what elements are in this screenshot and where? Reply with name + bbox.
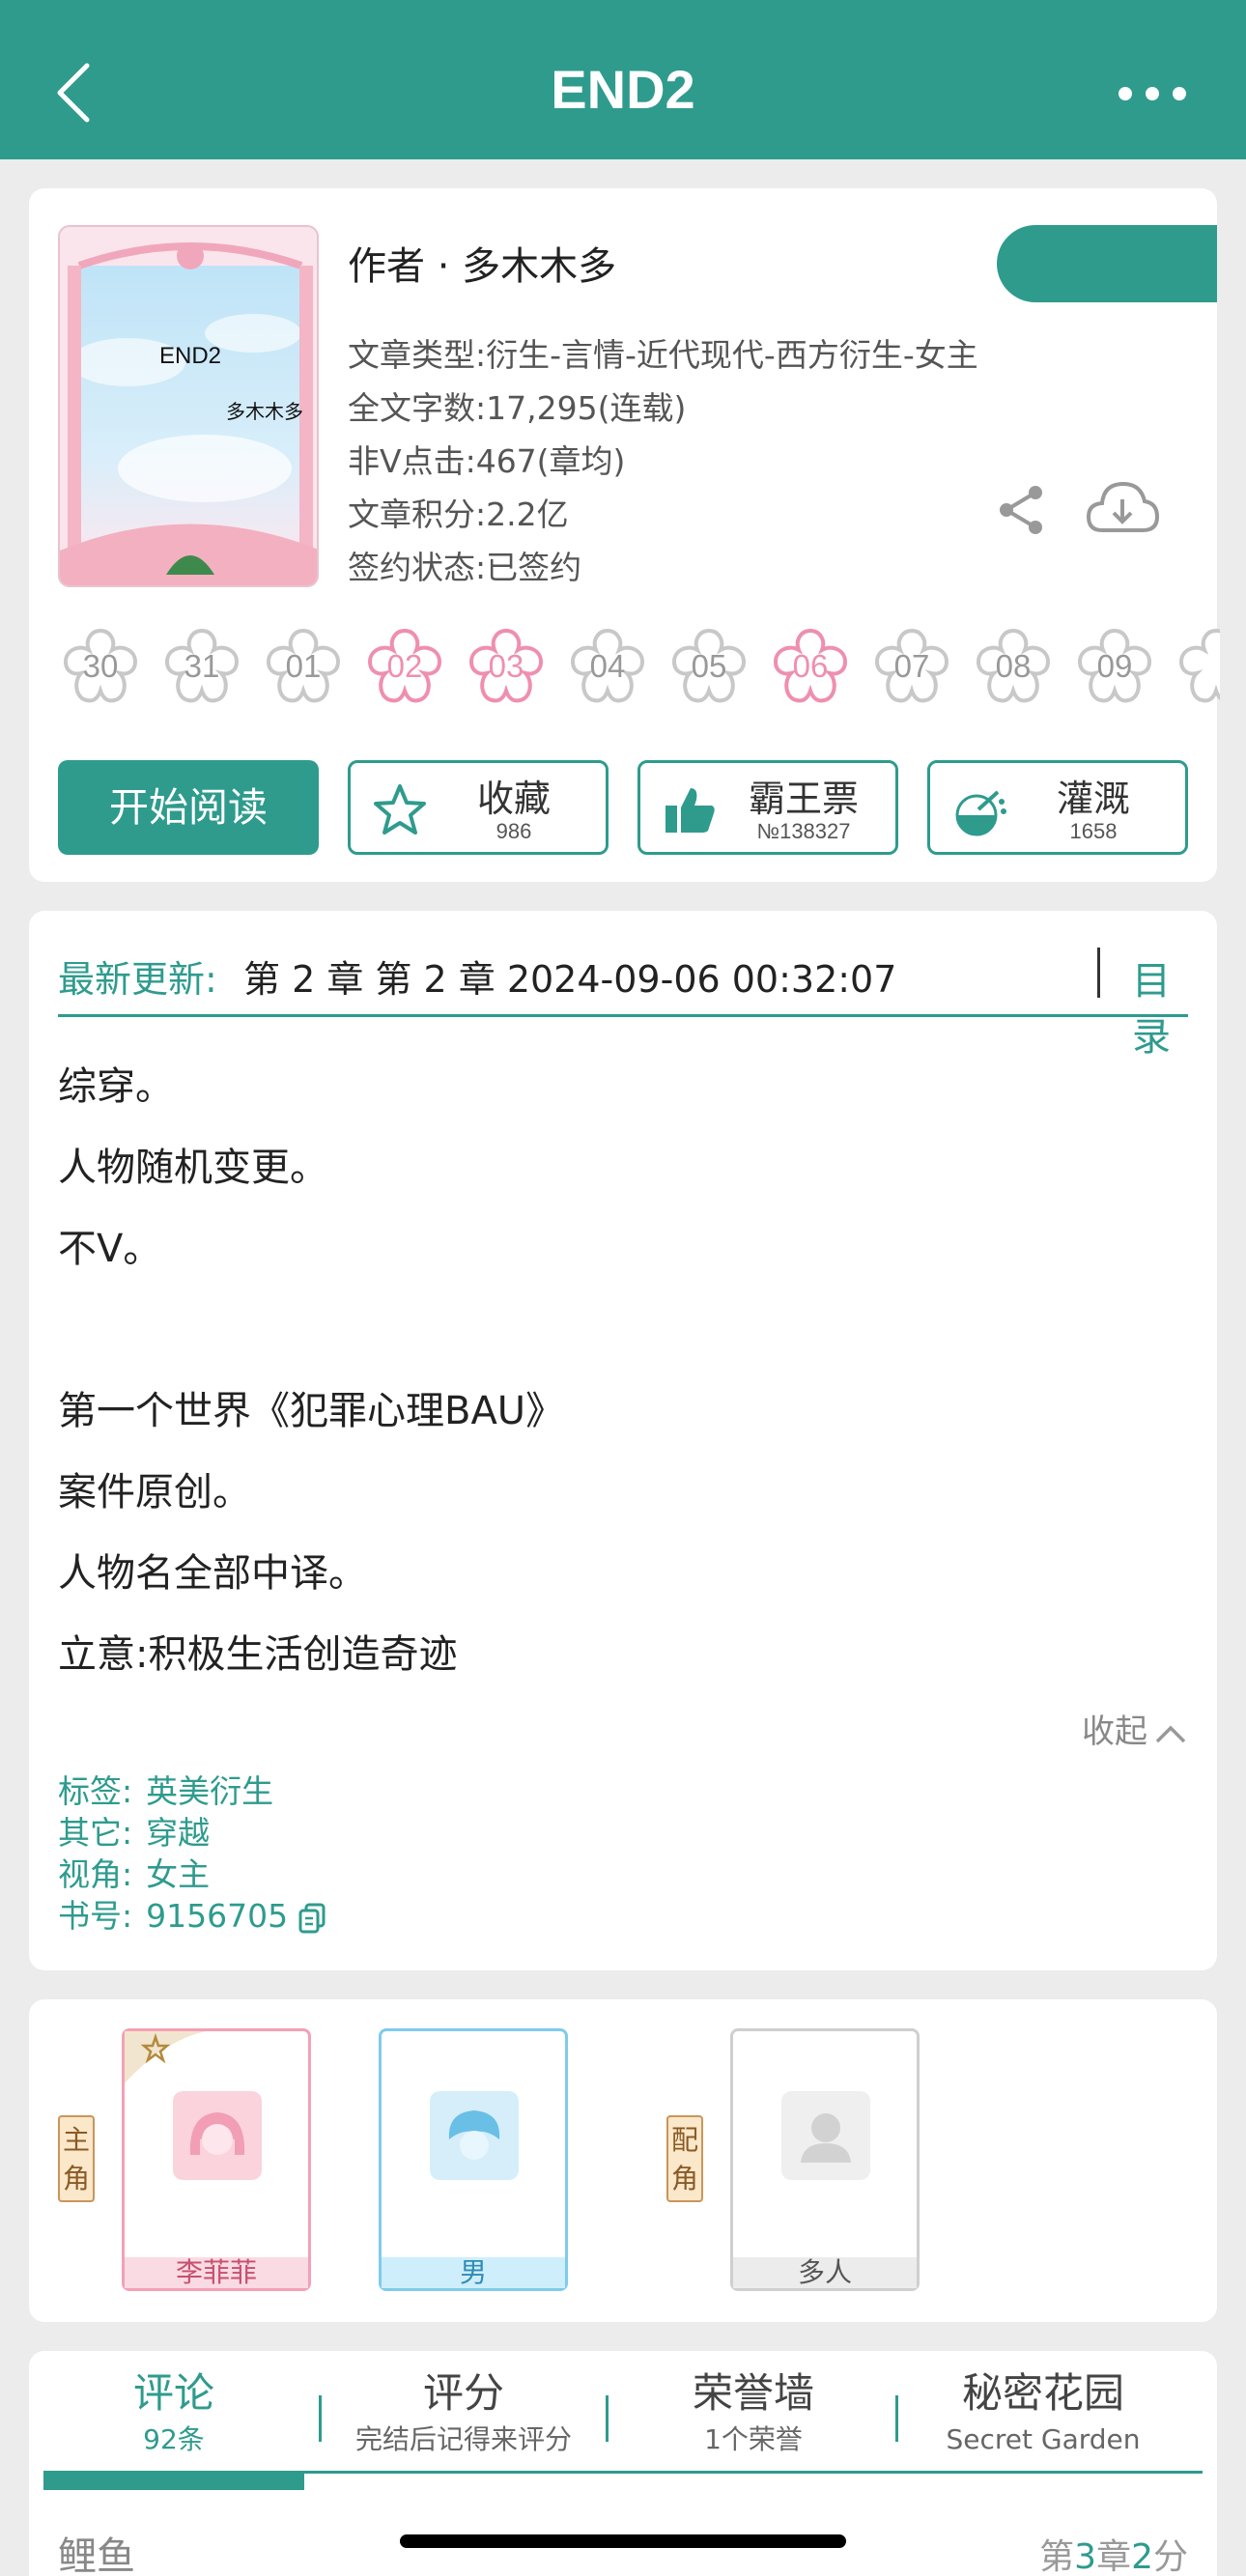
comment-author[interactable]: 鲤鱼: [58, 2525, 135, 2576]
table-of-contents-link[interactable]: 目录: [1132, 949, 1188, 1062]
female-avatar-icon: [173, 2091, 262, 2180]
tab-honor-wall[interactable]: 荣誉墙 1个荣誉: [613, 2366, 893, 2459]
latest-chapter-text[interactable]: 第 2 章 第 2 章 2024-09-06 00:32:07: [243, 949, 896, 1003]
calendar-day: 07: [867, 623, 956, 712]
comment-chapter-score: 第3章2分: [1039, 2537, 1188, 2576]
follow-author-pill[interactable]: [997, 225, 1217, 302]
star-badge-icon: [125, 2031, 206, 2083]
description-line: 综穿。: [58, 1064, 174, 1109]
book-info-card: END2 多木木多 作者 · 多木木多 文章类型:衍生-言情-近代现代-西方衍生…: [29, 188, 1220, 882]
click-count: 非Ⅴ点击:467(章均): [348, 442, 626, 480]
character-name: 多人: [733, 2257, 917, 2288]
collapse-button[interactable]: 收起: [1082, 1705, 1188, 1752]
main-role-tag: 主角: [58, 2115, 95, 2202]
description-line: 立意:积极生活创造奇迹: [58, 1632, 458, 1677]
male-avatar-icon: [430, 2091, 519, 2180]
copy-icon[interactable]: [297, 1903, 326, 1934]
description-line: 人物名全部中译。: [58, 1551, 367, 1596]
cover-title: END2: [158, 343, 222, 369]
tab-rating[interactable]: 评分 完结后记得来评分: [324, 2366, 604, 2459]
page-title: END2: [551, 59, 695, 120]
character-card[interactable]: 李菲菲: [122, 2028, 311, 2291]
author-name[interactable]: 作者 · 多木木多: [348, 235, 616, 291]
calendar-day: 04: [563, 623, 652, 712]
calendar-day-active: 06: [766, 623, 855, 712]
character-name: 李菲菲: [125, 2257, 308, 2288]
calendar-day: 31: [157, 623, 246, 712]
book-cover[interactable]: END2 多木木多: [58, 225, 319, 587]
calendar-day: 05: [665, 623, 753, 712]
start-reading-button[interactable]: 开始阅读: [58, 760, 319, 855]
group-avatar-icon: [781, 2091, 870, 2180]
chevron-up-icon: [1155, 1725, 1186, 1742]
calendar-day: 08: [969, 623, 1058, 712]
description-line: 第一个世界《犯罪心理BAU》: [58, 1389, 565, 1433]
calendar-day: 30: [56, 623, 145, 712]
tag-list: 标签: 英美衍生 其它: 穿越 视角: 女主 书号: 9156705: [58, 1770, 326, 1937]
character-card[interactable]: 多人: [730, 2028, 920, 2291]
calendar-day: [1172, 623, 1220, 712]
book-meta: 文章类型:衍生-言情-近代现代-西方衍生-女主 全文字数:17,295(连载) …: [348, 328, 978, 594]
tab-separator: [606, 2395, 609, 2442]
book-description: 综穿。 人物随机变更。 不Ⅴ。 第一个世界《犯罪心理BAU》 案件原创。 人物名…: [58, 1046, 1188, 1695]
more-options-icon[interactable]: [1109, 79, 1196, 108]
favorite-button[interactable]: 收藏 986: [348, 760, 609, 855]
sign-status: 签约状态:已签约: [348, 549, 582, 586]
calendar-day: 09: [1070, 623, 1159, 712]
share-icon[interactable]: [995, 483, 1049, 537]
tab-separator: [895, 2395, 898, 2442]
active-tab-indicator: [43, 2471, 304, 2490]
calendar-day: 01: [259, 623, 348, 712]
book-id-row[interactable]: 书号: 9156705: [58, 1895, 326, 1937]
calendar-day-active: 02: [360, 623, 449, 712]
vote-button[interactable]: 霸王票 №138327: [637, 760, 898, 855]
book-type: 文章类型:衍生-言情-近代现代-西方衍生-女主: [348, 336, 978, 374]
tab-comments[interactable]: 评论 92条: [34, 2366, 314, 2459]
character-card[interactable]: 男: [379, 2028, 568, 2291]
description-line: 不Ⅴ。: [58, 1227, 162, 1271]
word-count: 全文字数:17,295(连载): [348, 389, 687, 427]
calendar-day-active: 03: [462, 623, 551, 712]
nav-bar: END2: [0, 0, 1246, 159]
thumbs-up-icon: [665, 788, 715, 833]
download-cloud-icon[interactable]: [1085, 478, 1160, 538]
character-name: 男: [382, 2257, 565, 2288]
description-line: [58, 1289, 1188, 1371]
tag-row[interactable]: 视角: 女主: [58, 1854, 326, 1895]
description-line: 案件原创。: [58, 1470, 251, 1514]
side-role-tag: 配角: [666, 2115, 703, 2202]
tab-secret-garden[interactable]: 秘密花园 Secret Garden: [903, 2366, 1183, 2459]
latest-update-label: 最新更新:: [58, 958, 217, 1001]
cover-author: 多木木多: [226, 400, 303, 423]
latest-update-row[interactable]: 最新更新: 第 2 章 第 2 章 2024-09-06 00:32:07 目录: [58, 940, 1188, 1060]
star-icon: [374, 784, 426, 835]
tag-row[interactable]: 其它: 穿越: [58, 1812, 326, 1854]
intro-card: 最新更新: 第 2 章 第 2 章 2024-09-06 00:32:07 目录…: [29, 911, 1217, 1970]
book-score: 文章积分:2.2亿: [348, 495, 569, 533]
water-button[interactable]: 灌溉 1658: [927, 760, 1188, 855]
watering-icon: [955, 790, 1006, 836]
tag-row[interactable]: 标签: 英美衍生: [58, 1770, 326, 1812]
update-calendar: 30 31 01 02 03 04 05 06 07 08 09: [56, 623, 1220, 720]
tab-separator: [319, 2395, 322, 2442]
characters-card: 主角 李菲菲 男 配角 多人: [29, 1999, 1217, 2322]
home-indicator: [400, 2534, 846, 2548]
divider: [1097, 948, 1100, 998]
description-line: 人物随机变更。: [58, 1146, 328, 1190]
